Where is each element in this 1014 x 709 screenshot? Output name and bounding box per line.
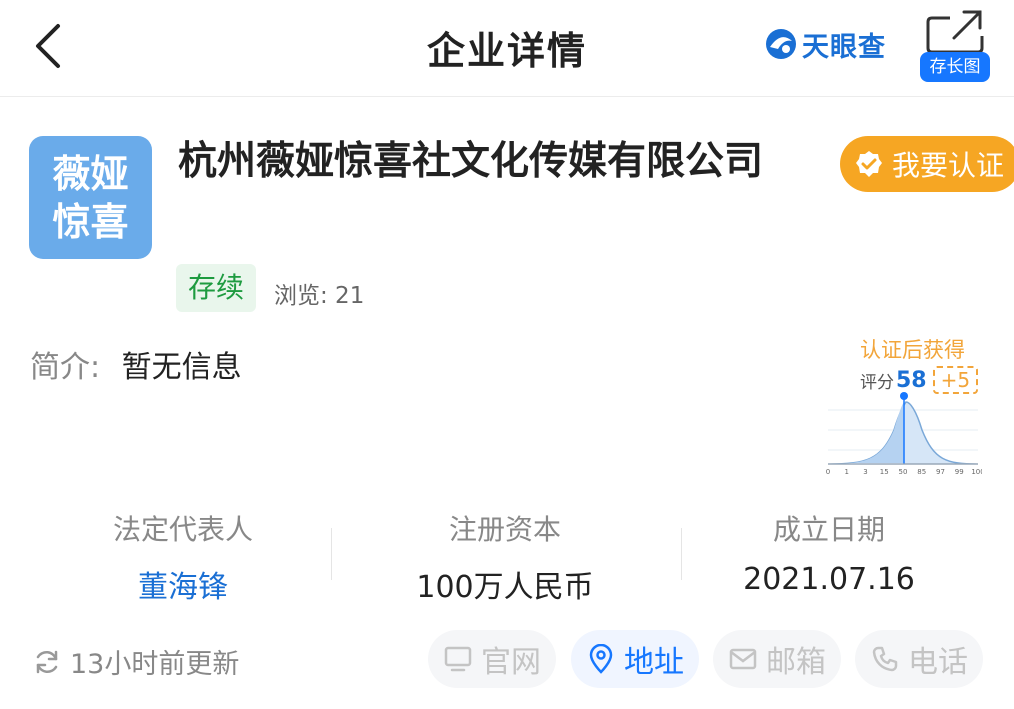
top-navigation-bar: 企业详情 天眼查 存长图	[0, 0, 1014, 97]
score-value: 58	[896, 367, 927, 393]
axis-tick-label: 100	[971, 468, 982, 476]
certify-label: 我要认证	[892, 149, 1005, 182]
email-label: 邮箱	[766, 645, 826, 680]
update-status: 13小时前更新	[32, 642, 239, 681]
certify-button[interactable]: 我要认证	[840, 136, 1014, 192]
save-long-image-badge: 存长图	[920, 52, 990, 82]
score-distribution-chart: 0 1 3 15 50 85 97 99 100	[826, 392, 982, 476]
location-pin-icon	[589, 644, 613, 674]
save-long-image-button[interactable]: 存长图	[920, 8, 992, 82]
phone-button[interactable]: 电话	[855, 630, 983, 688]
logo-text-line2: 惊喜	[52, 200, 129, 244]
refresh-icon	[36, 650, 58, 673]
axis-tick-label: 3	[863, 468, 867, 476]
stat-label: 注册资本	[448, 513, 561, 546]
company-intro: 简介: 暂无信息	[30, 342, 242, 386]
stat-label: 法定代表人	[112, 513, 253, 546]
score-card[interactable]: 认证后获得 评分 58 +5 0131550859799100	[826, 330, 982, 480]
mail-icon	[729, 648, 757, 670]
intro-label: 简介:	[30, 350, 101, 385]
verified-badge-icon	[856, 151, 882, 177]
axis-tick-labels: 0 1 3 15 50 85 97 99 100	[826, 468, 982, 476]
stat-label: 成立日期	[772, 513, 885, 546]
phone-label: 电话	[908, 645, 968, 680]
intro-value: 暂无信息	[121, 350, 242, 385]
score-marker-dot	[900, 392, 908, 400]
axis-tick-label: 1	[845, 468, 849, 476]
axis-tick-label: 85	[917, 468, 926, 476]
axis-tick-label: 99	[955, 468, 964, 476]
score-label: 评分	[860, 372, 894, 393]
tianyancha-logo-icon	[766, 29, 796, 59]
email-button[interactable]: 邮箱	[713, 630, 841, 688]
stat-value: 2021.07.16	[743, 562, 915, 597]
axis-tick-label: 0	[826, 468, 830, 476]
company-logo: 薇娅 惊喜	[29, 136, 152, 259]
share-icon	[926, 10, 984, 54]
view-count: 浏览: 21	[274, 283, 365, 309]
legal-representative-link[interactable]: 董海锋	[33, 562, 333, 606]
status-badge: 存续	[176, 264, 256, 312]
axis-tick-label: 15	[880, 468, 889, 476]
axis-tick-label: 97	[936, 468, 945, 476]
legal-representative: 法定代表人 董海锋	[33, 508, 333, 606]
phone-icon	[872, 646, 898, 672]
tianyancha-logo: 天眼查	[764, 26, 886, 63]
address-label: 地址	[624, 645, 684, 680]
brand-name: 天眼查	[802, 31, 886, 63]
logo-text-line1: 薇娅	[52, 152, 129, 196]
monitor-icon	[444, 646, 472, 672]
website-button[interactable]: 官网	[428, 630, 556, 688]
axis-tick-label: 50	[899, 468, 908, 476]
established-date: 成立日期 2021.07.16	[679, 508, 979, 597]
stat-divider	[331, 528, 332, 580]
score-title: 认证后获得	[860, 338, 965, 362]
website-label: 官网	[481, 645, 541, 680]
company-name: 杭州薇娅惊喜社文化传媒有限公司	[178, 139, 764, 184]
address-button[interactable]: 地址	[571, 630, 699, 688]
stat-value: 100万人民币	[416, 570, 594, 605]
update-text: 13小时前更新	[70, 649, 240, 680]
registered-capital: 注册资本 100万人民币	[355, 508, 655, 606]
